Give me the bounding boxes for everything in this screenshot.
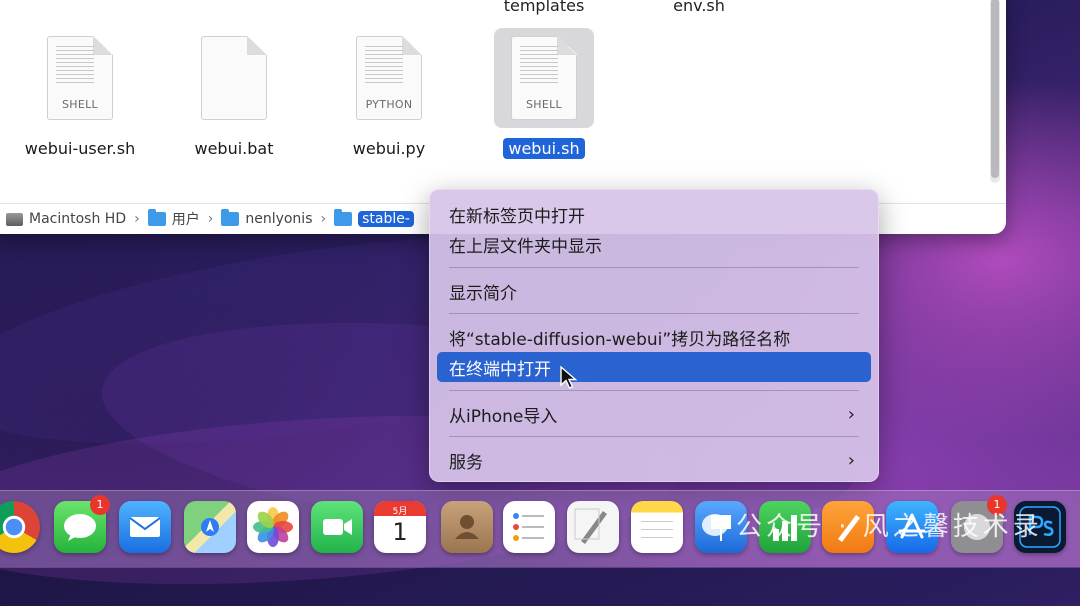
menu-item-get-info[interactable]: 显示简介 <box>437 276 871 306</box>
path-crumb-home[interactable]: nenlyonis <box>221 209 313 227</box>
file-name-env-sh[interactable]: env.sh <box>673 0 725 15</box>
menu-item-show-in-enclosing-folder[interactable]: 在上层文件夹中显示 <box>437 229 871 259</box>
menu-item-label: 服务 <box>449 452 483 473</box>
file-item[interactable]: SHELL webui-user.sh <box>10 28 150 159</box>
menu-item-services[interactable]: 服务 › <box>437 445 871 475</box>
file-name[interactable]: webui.bat <box>190 138 279 159</box>
menu-separator <box>449 436 859 437</box>
menu-separator <box>449 313 859 314</box>
menu-separator <box>449 267 859 268</box>
notes-icon[interactable] <box>631 501 683 553</box>
file-name[interactable]: webui.sh <box>503 138 585 159</box>
path-crumb-label: nenlyonis <box>245 211 313 227</box>
file-kind-label: SHELL <box>526 98 562 111</box>
file-name-templates[interactable]: templates <box>504 0 585 15</box>
shell-document-icon: SHELL <box>47 36 113 120</box>
python-document-icon: PYTHON <box>356 36 422 120</box>
file-item-selected[interactable]: SHELL webui.sh <box>474 28 614 159</box>
menu-item-import-from-iphone[interactable]: 从iPhone导入 › <box>437 399 871 429</box>
contacts-icon[interactable] <box>441 501 493 553</box>
menu-item-open-new-tab[interactable]: 在新标签页中打开 <box>437 199 871 229</box>
menu-item-label: 将“stable-diffusion-webui”拷贝为路径名称 <box>449 329 791 350</box>
file-icon-wrap[interactable] <box>184 28 284 128</box>
calendar-month: 5月 <box>392 507 408 517</box>
chevron-right-icon: › <box>847 403 855 425</box>
menu-item-label: 在新标签页中打开 <box>449 206 585 227</box>
path-crumb-label: 用户 <box>171 212 200 228</box>
menu-item-label: 显示简介 <box>449 283 517 304</box>
path-separator-icon: › <box>320 211 327 227</box>
path-crumb-current[interactable]: stable- <box>334 209 414 227</box>
file-icon-wrap[interactable]: SHELL <box>494 28 594 128</box>
file-kind-label: SHELL <box>62 98 98 111</box>
mouse-cursor-icon <box>560 366 578 389</box>
path-crumb-label: Macintosh HD <box>29 211 127 227</box>
document-icon <box>201 36 267 120</box>
menu-item-copy-path[interactable]: 将“stable-diffusion-webui”拷贝为路径名称 <box>437 322 871 352</box>
file-icon-wrap[interactable]: SHELL <box>30 28 130 128</box>
menu-separator <box>449 390 859 391</box>
calendar-day: 1 <box>392 518 408 546</box>
menu-item-label: 在上层文件夹中显示 <box>449 236 602 257</box>
path-crumb-label: stable- <box>358 211 414 227</box>
menu-item-label: 从iPhone导入 <box>449 406 558 427</box>
chevron-right-icon: › <box>847 449 855 471</box>
menu-item-open-in-terminal[interactable]: 在终端中打开 <box>437 352 871 382</box>
maps-icon[interactable] <box>184 501 236 553</box>
disk-icon <box>6 212 23 226</box>
file-item[interactable]: webui.bat <box>164 28 304 159</box>
path-crumb-disk[interactable]: Macintosh HD <box>6 211 126 227</box>
vertical-scrollbar[interactable] <box>990 0 1000 183</box>
calendar-icon[interactable]: 5月 1 <box>374 501 426 553</box>
path-separator-icon: › <box>134 211 140 227</box>
freeform-icon[interactable] <box>567 501 619 553</box>
photos-icon[interactable] <box>247 501 299 553</box>
watermark-text: 公众号 · 风之馨技术录 <box>736 512 1043 542</box>
wechat-icon <box>702 513 728 536</box>
file-name[interactable]: webui-user.sh <box>20 138 140 159</box>
facetime-icon[interactable] <box>311 501 363 553</box>
mail-icon[interactable] <box>119 501 171 553</box>
reminders-icon[interactable] <box>503 501 555 553</box>
path-crumb-users[interactable]: 用户 <box>147 209 200 229</box>
shell-document-icon: SHELL <box>511 36 577 120</box>
scrollbar-thumb[interactable] <box>991 0 999 178</box>
menu-item-label: 在终端中打开 <box>449 359 551 380</box>
folder-icon <box>334 209 353 226</box>
file-icon-wrap[interactable]: PYTHON <box>339 28 439 128</box>
messages-icon[interactable]: 1 <box>54 495 110 553</box>
watermark: 公众号 · 风之馨技术录 <box>702 506 1043 543</box>
notification-badge: 1 <box>90 495 110 515</box>
context-menu: 在新标签页中打开 在上层文件夹中显示 显示简介 将“stable-diffusi… <box>429 189 879 482</box>
folder-icon <box>147 209 166 226</box>
path-separator-icon: › <box>207 211 214 227</box>
file-kind-label: PYTHON <box>365 98 413 111</box>
file-item[interactable]: PYTHON webui.py <box>319 28 459 159</box>
chrome-icon[interactable] <box>0 501 40 553</box>
file-name[interactable]: webui.py <box>348 138 430 159</box>
home-folder-icon <box>221 209 240 226</box>
